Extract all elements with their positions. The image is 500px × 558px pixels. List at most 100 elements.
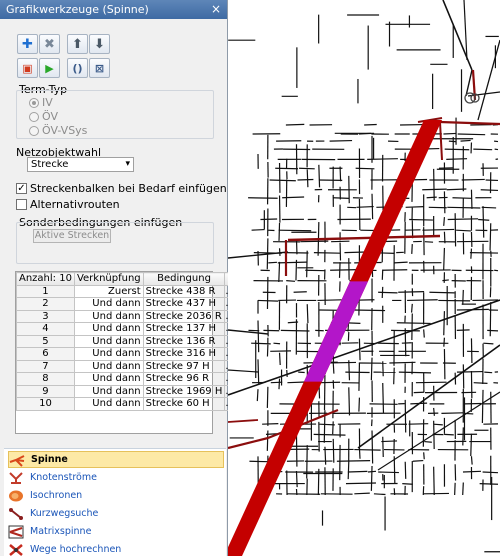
street-segment xyxy=(300,241,328,242)
street-segment xyxy=(445,149,470,150)
insert-bars-checkbox[interactable]: ✓Streckenbalken bei Bedarf einfügen xyxy=(16,182,227,195)
add-button[interactable]: ✚ xyxy=(17,34,38,54)
column-header-link: Verknüpfung xyxy=(74,273,143,286)
radio-oev[interactable]: ÖV xyxy=(29,110,58,123)
street-segment xyxy=(471,456,472,464)
street-segment xyxy=(422,229,454,230)
condition-cell[interactable]: Strecke 1969 H xyxy=(143,385,225,398)
isochrones-icon xyxy=(8,489,24,503)
tool-label: Kurzwegsuche xyxy=(30,508,98,519)
link-cell[interactable]: Und dann xyxy=(74,385,143,398)
street-segment xyxy=(296,260,297,281)
link-cell[interactable]: Zuerst xyxy=(74,285,143,298)
graphic-tools-panel: Grafikwerkzeuge (Spinne) × ✚ ✖ ⬆ ⬇ ▣ ▶ (… xyxy=(0,0,228,556)
street-segment xyxy=(383,437,384,457)
condition-cell[interactable]: Strecke 97 H xyxy=(143,360,225,373)
delete-button[interactable]: ✖ xyxy=(39,34,60,54)
street-segment xyxy=(442,280,448,281)
condition-cell[interactable]: Strecke 136 R xyxy=(143,335,225,348)
table-row[interactable]: 9Und dannStrecke 1969 H... xyxy=(17,385,236,398)
street-segment xyxy=(270,180,296,181)
street-segment xyxy=(402,484,413,485)
condition-cell[interactable]: Strecke 437 H xyxy=(143,298,225,311)
play-button[interactable]: ▶ xyxy=(39,58,60,78)
condition-cell[interactable]: Strecke 96 R xyxy=(143,373,225,386)
condition-cell[interactable]: Strecke 438 R xyxy=(143,285,225,298)
street-segment xyxy=(394,368,395,385)
street-segment xyxy=(257,389,258,401)
street-segment xyxy=(399,372,431,373)
row-number: 8 xyxy=(17,373,75,386)
street-segment xyxy=(353,310,385,311)
add-icon: ✚ xyxy=(22,37,33,52)
street-segment xyxy=(482,390,483,423)
table-row[interactable]: 6Und dannStrecke 316 H... xyxy=(17,348,236,361)
link-cell[interactable]: Und dann xyxy=(74,373,143,386)
street-segment xyxy=(282,197,304,198)
tool-item-path-extrapolation[interactable]: Wege hochrechnen xyxy=(8,541,224,558)
close-icon[interactable]: × xyxy=(211,2,221,16)
matrix-spider-icon xyxy=(8,525,24,539)
move-up-icon: ⬆ xyxy=(72,37,83,52)
bracket-x-button[interactable]: ⊠ xyxy=(89,58,110,78)
tool-item-matrix-spider[interactable]: Matrixspinne xyxy=(8,523,224,540)
link-cell[interactable]: Und dann xyxy=(74,298,143,311)
network-map[interactable] xyxy=(228,0,500,556)
street-segment xyxy=(333,439,334,463)
condition-cell[interactable]: Strecke 137 H xyxy=(143,323,225,336)
street-segment xyxy=(348,471,368,472)
table-row[interactable]: 5Und dannStrecke 136 R... xyxy=(17,335,236,348)
row-number: 3 xyxy=(17,310,75,323)
street-segment xyxy=(412,304,413,313)
tool-item-shortest-path[interactable]: Kurzwegsuche xyxy=(8,505,224,522)
street-segment xyxy=(356,168,375,169)
street-segment xyxy=(394,262,408,263)
link-cell[interactable]: Und dann xyxy=(74,360,143,373)
table-row[interactable]: 8Und dannStrecke 96 R... xyxy=(17,373,236,386)
street-segment xyxy=(397,323,431,324)
link-cell[interactable]: Und dann xyxy=(74,398,143,411)
move-up-button[interactable]: ⬆ xyxy=(67,34,88,54)
street-segment xyxy=(294,292,307,293)
parentheses-button[interactable]: () xyxy=(67,58,88,78)
street-segment xyxy=(490,223,491,250)
street-segment xyxy=(307,251,308,278)
row-number: 10 xyxy=(17,398,75,411)
table-row[interactable]: 3Und dannStrecke 2036 R... xyxy=(17,310,236,323)
table-row[interactable]: 2Und dannStrecke 437 H... xyxy=(17,298,236,311)
table-row[interactable]: 7Und dannStrecke 97 H... xyxy=(17,360,236,373)
network-select[interactable]: Strecke ▾ xyxy=(27,157,134,172)
condition-cell[interactable]: Strecke 60 H xyxy=(143,398,225,411)
radio-oev-vsys[interactable]: ÖV-VSys xyxy=(29,124,87,137)
condition-cell[interactable]: Strecke 316 H xyxy=(143,348,225,361)
street-segment xyxy=(319,165,320,188)
link-cell[interactable]: Und dann xyxy=(74,335,143,348)
street-segment xyxy=(349,360,350,380)
street-segment xyxy=(371,466,372,491)
new-document-button[interactable]: ▣ xyxy=(17,58,38,78)
table-row[interactable]: 4Und dannStrecke 137 H... xyxy=(17,323,236,336)
link-cell[interactable]: Und dann xyxy=(74,310,143,323)
move-down-button[interactable]: ⬇ xyxy=(89,34,110,54)
shortest-path-icon xyxy=(8,507,24,521)
tool-item-spider[interactable]: Spinne xyxy=(8,451,224,468)
tool-item-node-flows[interactable]: Knotenströme xyxy=(8,469,224,486)
street-segment xyxy=(409,424,429,425)
table-header-row: Anzahl: 10 Verknüpfung Bedingung xyxy=(17,273,236,286)
link-cell[interactable]: Und dann xyxy=(74,323,143,336)
street-segment xyxy=(484,372,492,373)
table-row[interactable]: 1ZuerstStrecke 438 R... xyxy=(17,285,236,298)
street-segment xyxy=(307,304,308,323)
street-segment xyxy=(280,353,281,365)
radio-label: ÖV xyxy=(42,110,58,123)
checkbox-label: Streckenbalken bei Bedarf einfügen xyxy=(30,182,227,195)
alternative-routes-checkbox[interactable]: Alternativrouten xyxy=(16,198,120,211)
street-segment xyxy=(483,343,493,344)
link-cell[interactable]: Und dann xyxy=(74,348,143,361)
condition-cell[interactable]: Strecke 2036 R xyxy=(143,310,225,323)
street-segment xyxy=(471,434,472,456)
radio-iv[interactable]: IV xyxy=(29,96,53,109)
tool-item-isochrones[interactable]: Isochronen xyxy=(8,487,224,504)
active-links-button[interactable]: Aktive Strecken xyxy=(33,229,111,243)
table-row[interactable]: 10Und dannStrecke 60 H... xyxy=(17,398,236,411)
